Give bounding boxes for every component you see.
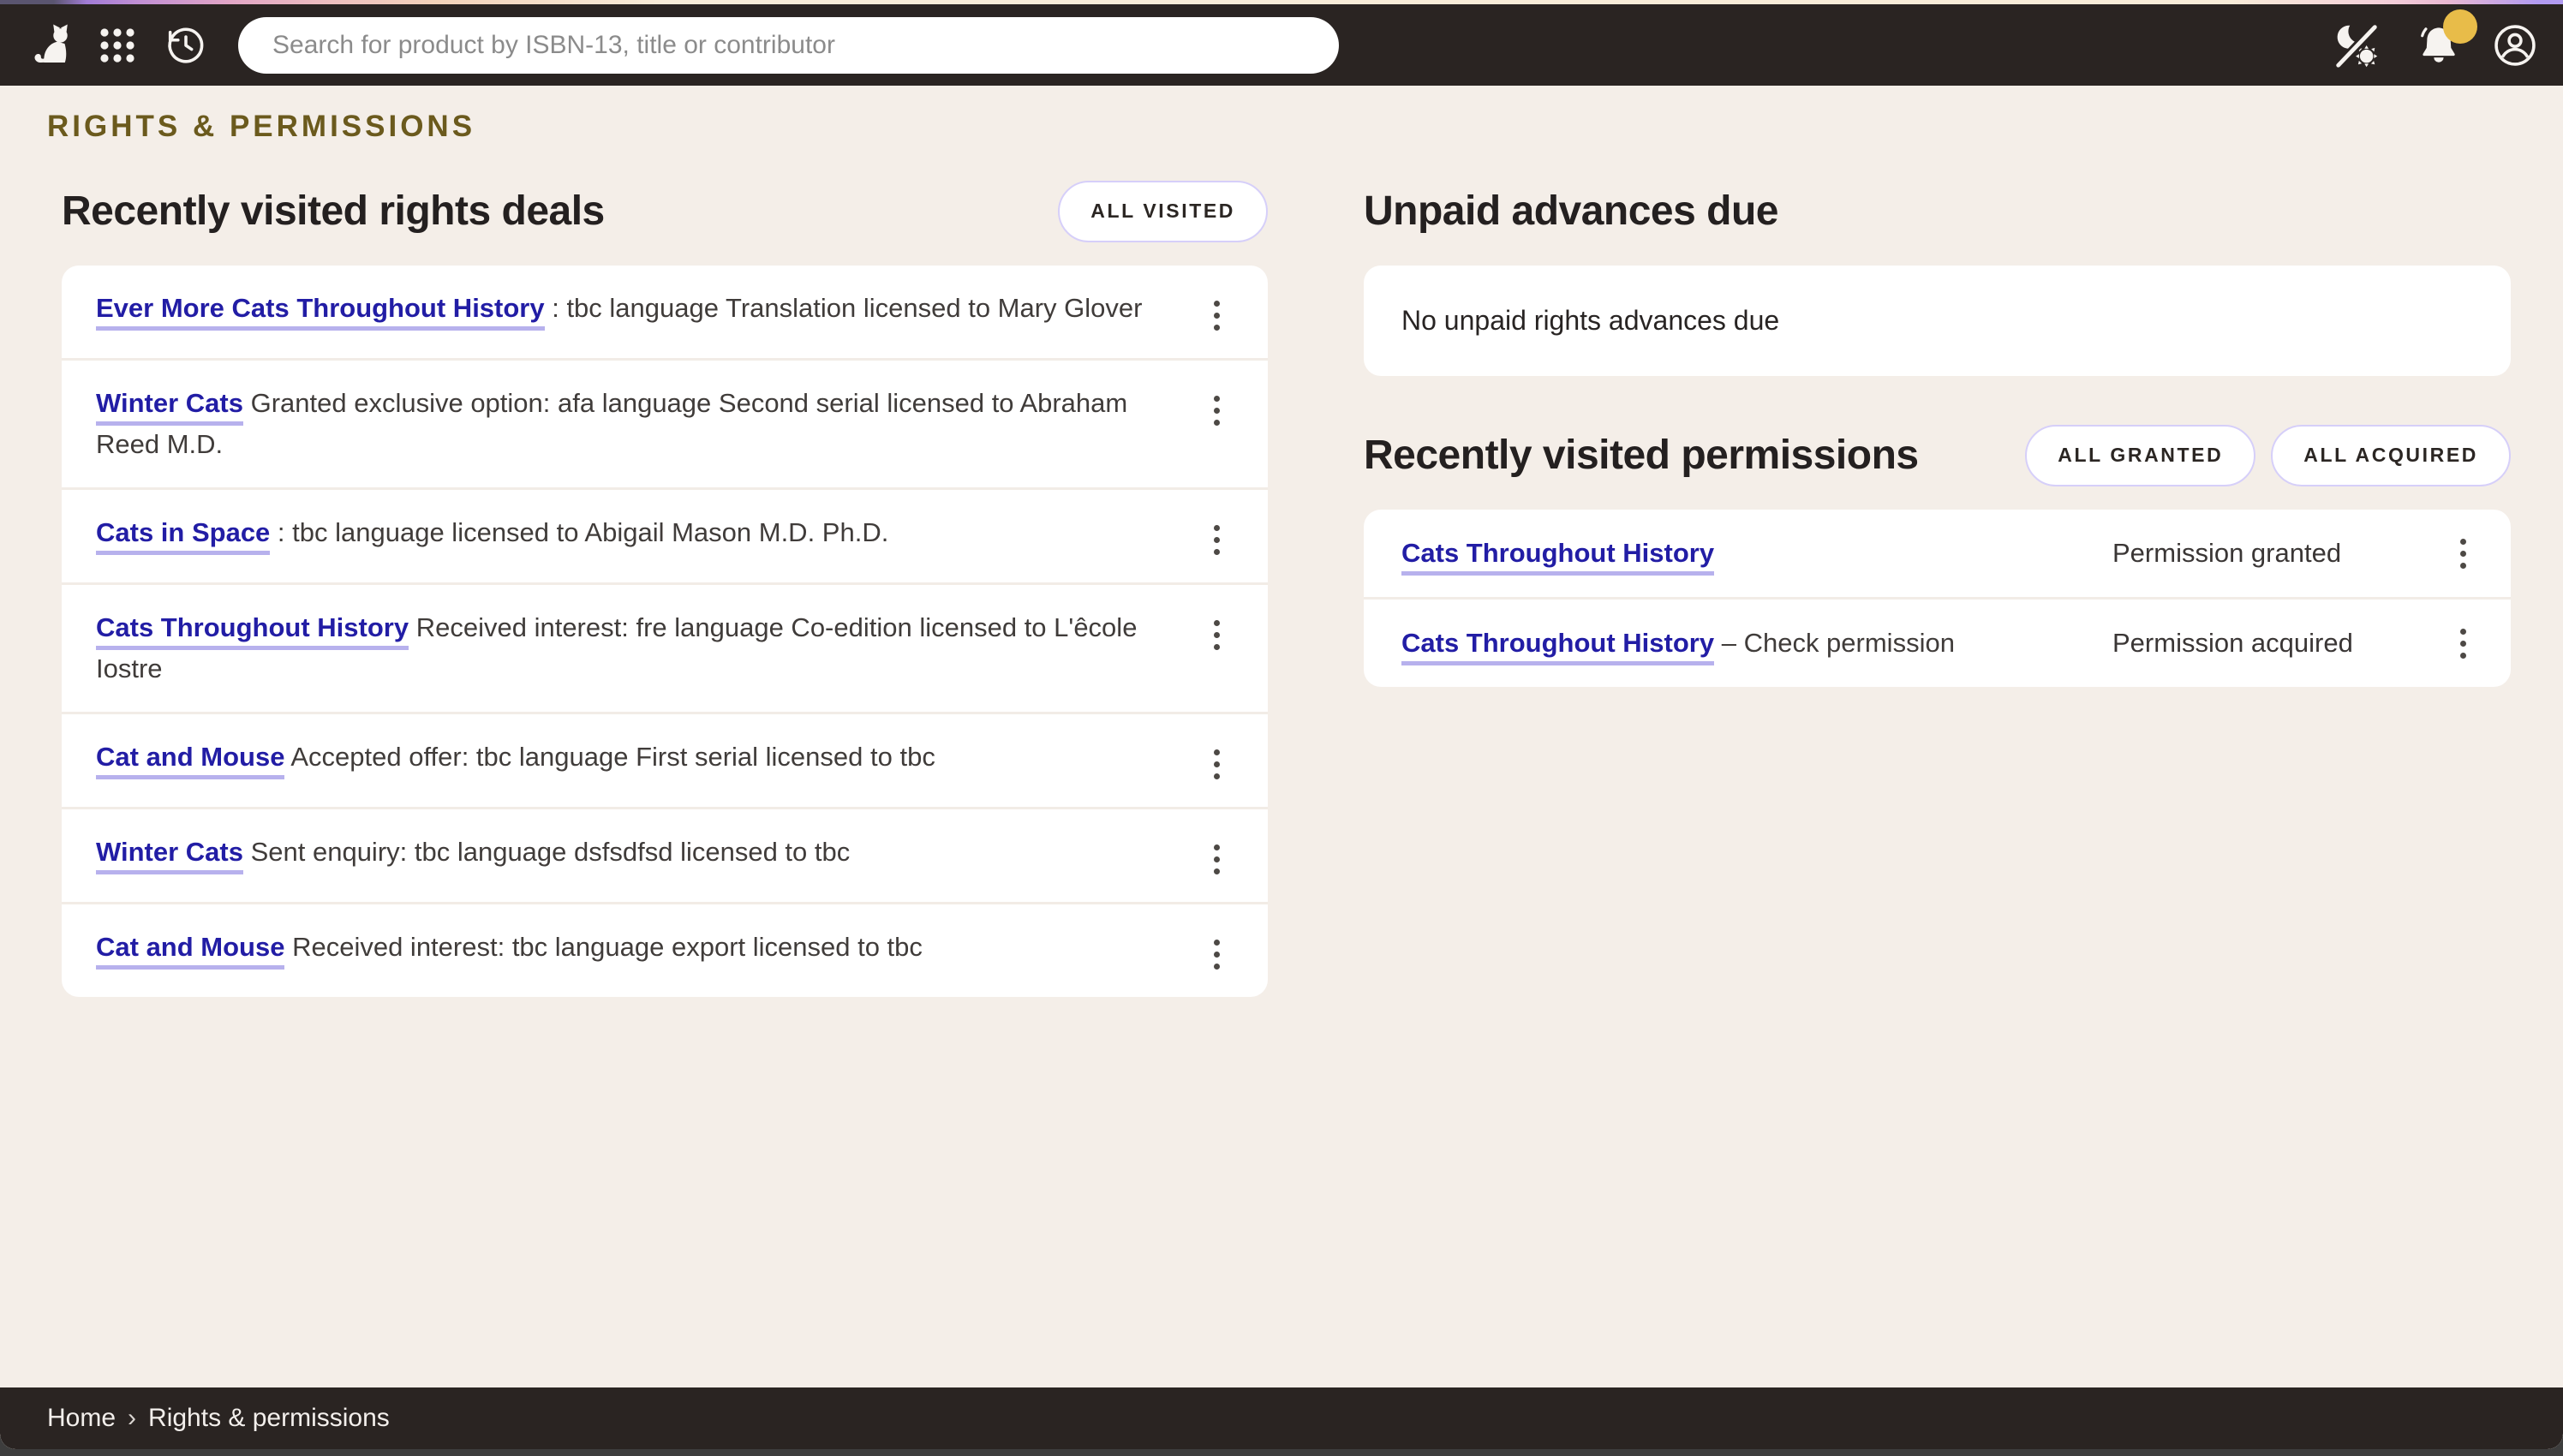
- history-icon[interactable]: [164, 24, 207, 67]
- unpaid-advances-title: Unpaid advances due: [1364, 188, 1778, 235]
- deal-row: Cats in Space : tbc language licensed to…: [62, 487, 1268, 582]
- main-content: RIGHTS & PERMISSIONS Recently visited ri…: [0, 86, 2563, 1387]
- deal-row: Cats Throughout History Received interes…: [62, 582, 1268, 712]
- notification-badge: [2443, 9, 2477, 44]
- permissions-title: Recently visited permissions: [1364, 432, 1919, 479]
- notifications-bell: [2412, 20, 2464, 71]
- permission-title-link[interactable]: Cats Throughout History: [1401, 628, 1714, 665]
- deal-text: Cats in Space : tbc language licensed to…: [96, 512, 1209, 553]
- kebab-menu-icon[interactable]: [2455, 624, 2471, 664]
- permissions-card: Cats Throughout History Permission grant…: [1364, 510, 2511, 687]
- top-bar: [0, 4, 2563, 86]
- kebab-menu-icon[interactable]: [1209, 839, 1225, 880]
- deal-row: Cat and Mouse Accepted offer: tbc langua…: [62, 712, 1268, 807]
- kebab-menu-icon[interactable]: [1209, 520, 1225, 560]
- app-window: RIGHTS & PERMISSIONS Recently visited ri…: [0, 0, 2563, 1449]
- all-visited-button[interactable]: ALL VISITED: [1058, 181, 1268, 242]
- deal-description: Granted exclusive option: afa language S…: [96, 388, 1135, 459]
- theme-toggle-icon[interactable]: [2330, 19, 2383, 72]
- kebab-menu-icon[interactable]: [1209, 295, 1225, 336]
- permission-title-link[interactable]: Cats Throughout History: [1401, 538, 1714, 576]
- permission-description: – Check permission: [1714, 628, 1955, 658]
- topbar-actions: [2330, 19, 2537, 72]
- deal-description: : tbc language Translation licensed to M…: [545, 293, 1143, 323]
- breadcrumb-bar: Home › Rights & permissions: [0, 1387, 2563, 1449]
- kebab-menu-icon[interactable]: [1209, 615, 1225, 655]
- permission-row: Cats Throughout History Permission grant…: [1364, 510, 2511, 597]
- permission-text: Cats Throughout History: [1401, 533, 2112, 574]
- deal-text: Cats Throughout History Received interes…: [96, 607, 1209, 689]
- kebab-menu-icon[interactable]: [1209, 391, 1225, 431]
- deal-description: Received interest: tbc language export l…: [284, 932, 922, 962]
- search-bar: [238, 17, 1339, 74]
- deal-row: Ever More Cats Throughout History : tbc …: [62, 266, 1268, 358]
- permission-status: Permission acquired: [2112, 628, 2455, 659]
- kebab-menu-icon[interactable]: [1209, 934, 1225, 975]
- breadcrumb-current: Rights & permissions: [148, 1404, 390, 1433]
- deal-title-link[interactable]: Cat and Mouse: [96, 742, 284, 779]
- permission-status: Permission granted: [2112, 538, 2455, 569]
- deal-text: Ever More Cats Throughout History : tbc …: [96, 288, 1209, 329]
- permission-row: Cats Throughout History – Check permissi…: [1364, 597, 2511, 687]
- deal-text: Cat and Mouse Accepted offer: tbc langua…: [96, 737, 1209, 778]
- deal-text: Cat and Mouse Received interest: tbc lan…: [96, 927, 1209, 968]
- breadcrumb-separator: ›: [128, 1404, 136, 1433]
- account-icon[interactable]: [2493, 23, 2537, 68]
- unpaid-advances-card: No unpaid rights advances due: [1364, 266, 2511, 376]
- deal-title-link[interactable]: Winter Cats: [96, 388, 243, 426]
- rights-deals-card: Ever More Cats Throughout History : tbc …: [62, 266, 1268, 997]
- deal-description: Sent enquiry: tbc language dsfsdfsd lice…: [243, 837, 850, 867]
- deal-row: Cat and Mouse Received interest: tbc lan…: [62, 902, 1268, 997]
- deal-row: Winter Cats Granted exclusive option: af…: [62, 358, 1268, 487]
- rights-deals-section: Recently visited rights deals ALL VISITE…: [62, 180, 1268, 997]
- all-granted-button[interactable]: ALL GRANTED: [2025, 425, 2255, 486]
- kebab-menu-icon[interactable]: [2455, 534, 2471, 574]
- cat-logo-icon[interactable]: [31, 23, 77, 68]
- apps-grid-icon[interactable]: [99, 27, 135, 63]
- deal-title-link[interactable]: Cats in Space: [96, 517, 270, 555]
- right-column: Unpaid advances due No unpaid rights adv…: [1364, 180, 2511, 997]
- page-title: RIGHTS & PERMISSIONS: [47, 110, 2563, 144]
- deal-title-link[interactable]: Ever More Cats Throughout History: [96, 293, 545, 331]
- unpaid-advances-empty-message: No unpaid rights advances due: [1401, 305, 2473, 337]
- deal-title-link[interactable]: Cat and Mouse: [96, 932, 284, 970]
- deal-description: : tbc language licensed to Abigail Mason…: [270, 517, 888, 547]
- deal-title-link[interactable]: Winter Cats: [96, 837, 243, 874]
- permission-text: Cats Throughout History – Check permissi…: [1401, 623, 2112, 664]
- breadcrumb-home-link[interactable]: Home: [47, 1404, 116, 1433]
- kebab-menu-icon[interactable]: [1209, 744, 1225, 785]
- deal-text: Winter Cats Granted exclusive option: af…: [96, 383, 1209, 465]
- deal-row: Winter Cats Sent enquiry: tbc language d…: [62, 807, 1268, 902]
- deal-text: Winter Cats Sent enquiry: tbc language d…: [96, 832, 1209, 873]
- deal-description: Accepted offer: tbc language First seria…: [284, 742, 935, 772]
- all-acquired-button[interactable]: ALL ACQUIRED: [2271, 425, 2511, 486]
- search-input[interactable]: [238, 17, 1339, 74]
- rights-deals-title: Recently visited rights deals: [62, 188, 605, 235]
- deal-title-link[interactable]: Cats Throughout History: [96, 612, 409, 650]
